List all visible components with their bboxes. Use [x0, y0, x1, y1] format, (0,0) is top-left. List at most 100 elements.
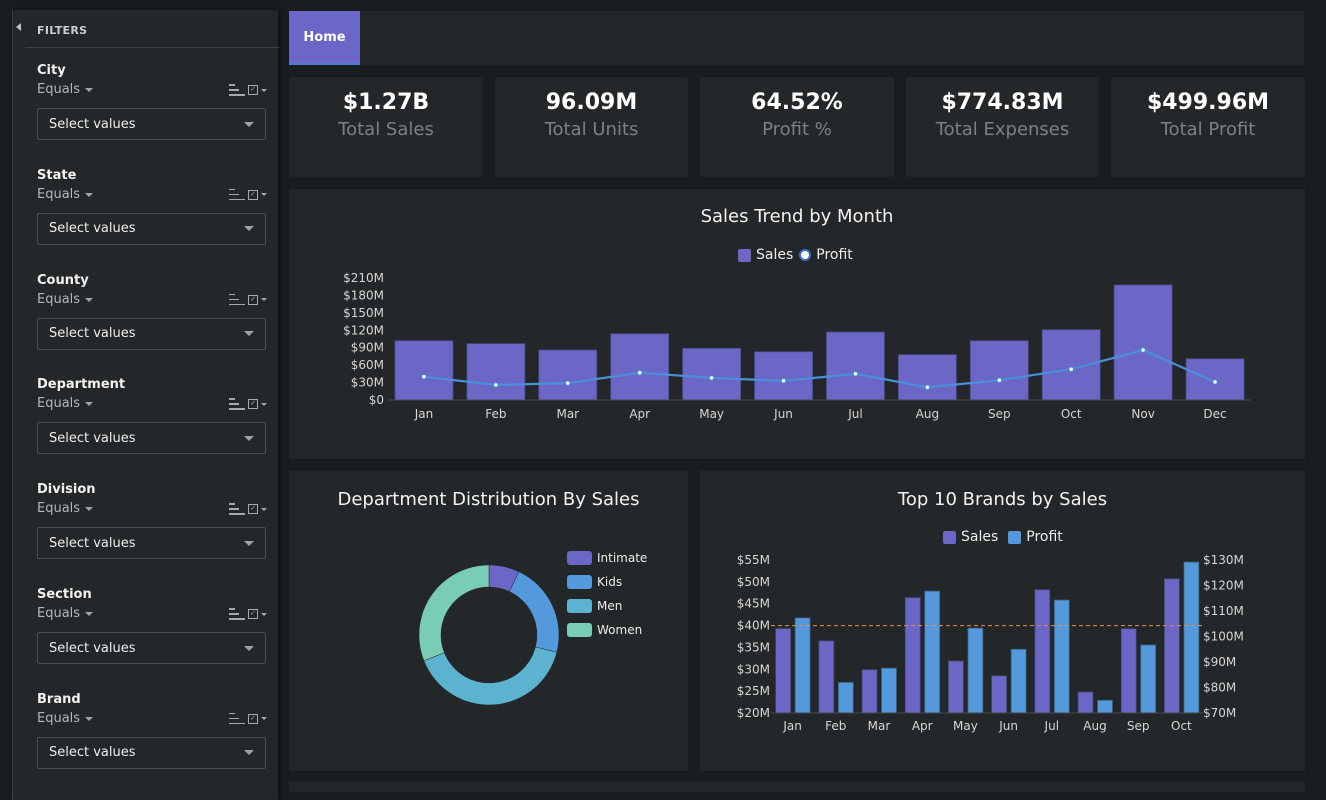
y-tick-label: $0: [369, 393, 384, 407]
chevron-down-icon[interactable]: [261, 507, 267, 511]
select-all-checkbox-icon[interactable]: ✓: [248, 85, 258, 95]
chevron-down-icon[interactable]: [261, 612, 267, 616]
sort-icon[interactable]: [229, 712, 245, 725]
sales-bar[interactable]: [466, 343, 526, 401]
select-placeholder: Select values: [49, 326, 136, 342]
sales-bar[interactable]: [1034, 589, 1051, 714]
sales-bar[interactable]: [818, 640, 835, 714]
legend-swatch[interactable]: [567, 551, 592, 565]
sort-icon[interactable]: [229, 293, 245, 306]
x-tick-label: Aug: [1083, 719, 1106, 733]
profit-point[interactable]: [1140, 347, 1146, 353]
legend-swatch[interactable]: [567, 623, 592, 637]
profit-point[interactable]: [924, 384, 931, 390]
profit-bar[interactable]: [967, 627, 984, 714]
filter-tools: ✓: [229, 503, 267, 515]
legend-label[interactable]: Intimate: [597, 551, 647, 565]
profit-point[interactable]: [852, 371, 859, 377]
profit-point[interactable]: [565, 380, 571, 386]
chevron-down-icon[interactable]: [261, 402, 267, 406]
select-all-checkbox-icon[interactable]: ✓: [248, 294, 258, 305]
donut-slice-women[interactable]: [418, 564, 490, 662]
sales-bar[interactable]: [1113, 284, 1173, 401]
profit-bar[interactable]: [1097, 699, 1113, 714]
profit-point[interactable]: [637, 369, 643, 376]
legend-label[interactable]: Men: [597, 599, 622, 613]
sales-bar[interactable]: [1163, 578, 1180, 714]
select-values-dropdown[interactable]: Select values: [37, 212, 266, 245]
department-panel: Department Distribution By Sales Intimat…: [289, 471, 688, 771]
sales-bar[interactable]: [969, 340, 1029, 401]
profit-point[interactable]: [493, 382, 499, 388]
profit-point[interactable]: [1068, 366, 1074, 372]
chevron-down-icon[interactable]: [261, 717, 267, 721]
profit-point[interactable]: [996, 377, 1002, 383]
chevron-down-icon[interactable]: [261, 88, 267, 92]
profit-point[interactable]: [708, 375, 715, 381]
legend-label[interactable]: Kids: [597, 575, 622, 589]
chevron-down-icon: [244, 645, 254, 651]
sales-bar[interactable]: [610, 333, 670, 401]
y-left-tick-label: $25M: [737, 684, 770, 698]
tab-home[interactable]: Home: [289, 11, 360, 65]
collapse-arrow-icon[interactable]: [16, 23, 21, 31]
select-values-dropdown[interactable]: Select values: [37, 632, 266, 664]
profit-bar[interactable]: [837, 681, 854, 714]
sales-bar[interactable]: [904, 597, 921, 714]
chevron-down-icon: [244, 435, 254, 441]
select-all-checkbox-icon[interactable]: ✓: [248, 609, 258, 619]
select-values-dropdown[interactable]: Select values: [37, 527, 266, 560]
profit-bar[interactable]: [1140, 644, 1157, 714]
sales-bar[interactable]: [538, 349, 598, 401]
sales-bar[interactable]: [1077, 691, 1094, 714]
sales-bar[interactable]: [897, 354, 957, 401]
sales-bar[interactable]: [1120, 628, 1137, 714]
filter-label: City: [37, 63, 66, 78]
select-all-checkbox-icon[interactable]: ✓: [248, 713, 258, 724]
sales-bar[interactable]: [754, 351, 813, 401]
donut-slice-men[interactable]: [423, 646, 558, 706]
kpi-label: Total Profit: [1160, 119, 1256, 140]
profit-point[interactable]: [780, 378, 787, 384]
sort-icon[interactable]: [229, 84, 245, 96]
operator-label: Equals: [37, 186, 81, 202]
x-tick-label: Mar: [868, 719, 891, 733]
sales-bar[interactable]: [394, 340, 454, 401]
sales-bar[interactable]: [682, 347, 742, 401]
kpi-card: 64.52% Profit %: [700, 77, 894, 177]
select-values-dropdown[interactable]: Select values: [37, 108, 266, 140]
kpi-label: Total Sales: [338, 119, 434, 140]
select-values-dropdown[interactable]: Select values: [37, 422, 266, 455]
profit-point[interactable]: [1212, 379, 1218, 385]
sales-bar[interactable]: [826, 331, 885, 401]
select-all-checkbox-icon[interactable]: ✓: [248, 189, 258, 200]
profit-bar[interactable]: [924, 590, 941, 714]
chevron-down-icon: [85, 88, 94, 92]
select-all-checkbox-icon[interactable]: ✓: [248, 504, 258, 515]
chevron-down-icon[interactable]: [261, 193, 267, 197]
x-tick-label: May: [953, 719, 978, 733]
profit-bar[interactable]: [1053, 599, 1070, 714]
select-all-checkbox-icon[interactable]: ✓: [248, 399, 258, 410]
select-values-dropdown[interactable]: Select values: [37, 736, 266, 769]
sort-icon[interactable]: [229, 608, 245, 620]
legend-swatch[interactable]: [567, 599, 592, 613]
profit-bar[interactable]: [1010, 648, 1027, 714]
profit-bar[interactable]: [1183, 561, 1200, 714]
donut-slice-kids[interactable]: [509, 571, 560, 653]
sales-bar[interactable]: [947, 660, 964, 714]
sort-icon[interactable]: [229, 398, 245, 410]
legend-swatch[interactable]: [567, 575, 592, 589]
y-right-tick-label: $130M: [1203, 553, 1244, 567]
legend-label[interactable]: Women: [597, 623, 642, 637]
chevron-down-icon[interactable]: [261, 298, 267, 302]
sort-icon[interactable]: [229, 503, 245, 515]
sort-icon[interactable]: [229, 188, 245, 201]
sales-bar[interactable]: [861, 669, 878, 714]
select-values-dropdown[interactable]: Select values: [37, 317, 266, 350]
profit-bar[interactable]: [881, 667, 897, 714]
profit-point[interactable]: [421, 374, 427, 380]
sales-bar[interactable]: [991, 675, 1008, 714]
sales-bar[interactable]: [775, 628, 791, 714]
profit-bar[interactable]: [794, 617, 811, 714]
